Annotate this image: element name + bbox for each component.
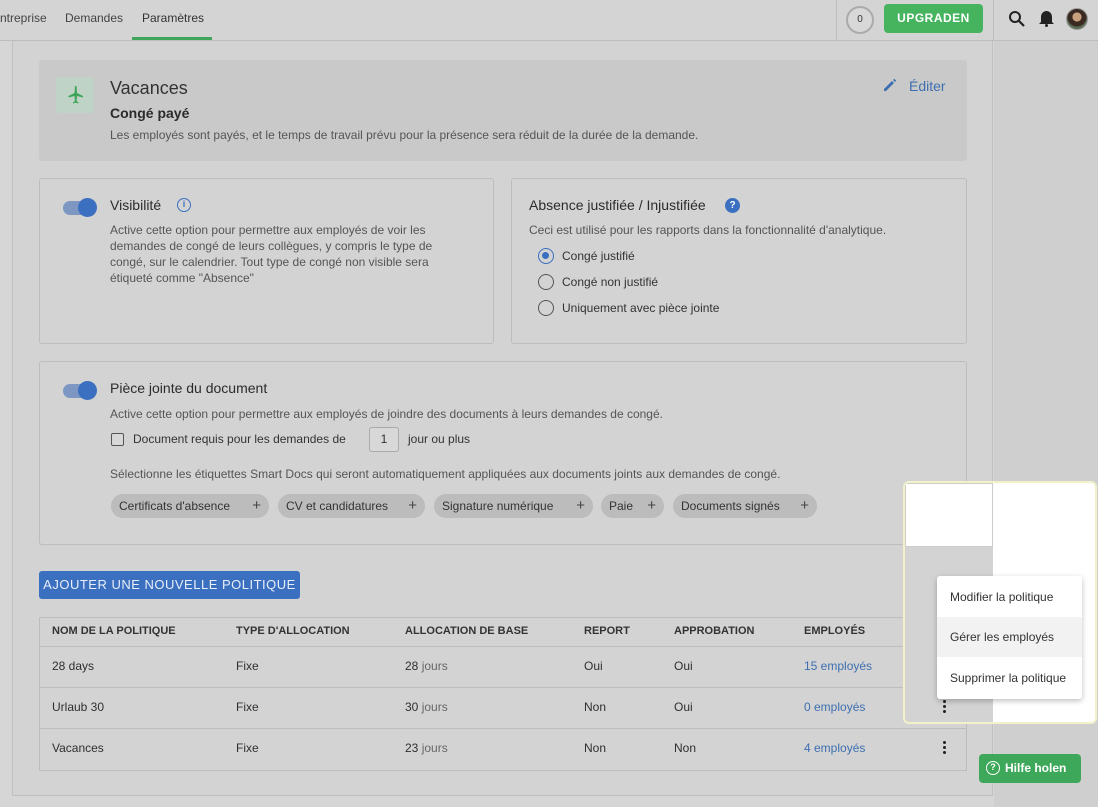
allocation-type-cell: Fixe [236, 741, 259, 755]
menu-item-manage-employees[interactable]: Gérer les employés [937, 617, 1082, 657]
tag-chip[interactable]: Signature numérique + [434, 494, 593, 518]
approval-cell: Non [674, 741, 697, 755]
column-header: APPROBATION [674, 625, 755, 637]
attachment-title: Pièce jointe du document [110, 380, 268, 396]
visibility-toggle[interactable] [63, 198, 97, 217]
notification-bell-icon[interactable] [1038, 9, 1055, 27]
base-allocation-cell: 30 jours [405, 700, 448, 714]
base-number: 30 [405, 700, 419, 714]
row-divider [40, 646, 966, 647]
plus-icon: + [800, 497, 809, 514]
plus-icon: + [647, 497, 656, 514]
edit-button[interactable]: Éditer [882, 78, 946, 96]
policy-icon-box [56, 77, 94, 113]
plus-icon: + [576, 497, 585, 514]
tags-description: Sélectionne les étiquettes Smart Docs qu… [110, 467, 781, 481]
attachment-description: Active cette option pour permettre aux e… [110, 407, 663, 421]
help-label: Hilfe holen [1005, 761, 1067, 775]
base-number: 28 [405, 659, 419, 673]
row-actions-icon[interactable] [943, 700, 947, 714]
plus-icon: + [252, 497, 261, 514]
base-unit: jours [421, 741, 448, 755]
employees-link[interactable]: 4 employés [804, 741, 865, 755]
policy-name-cell: Urlaub 30 [52, 700, 105, 714]
report-cell: Oui [584, 659, 603, 673]
base-allocation-cell: 28 jours [405, 659, 448, 673]
info-icon[interactable]: i [177, 198, 191, 212]
tag-chip[interactable]: Paie + [601, 494, 664, 518]
base-number: 23 [405, 741, 419, 755]
menu-item-delete-policy[interactable]: Supprimer la politique [937, 658, 1082, 698]
airplane-icon [68, 86, 83, 104]
avatar[interactable] [1066, 8, 1088, 30]
row-actions-icon[interactable] [943, 741, 947, 755]
row-divider [40, 728, 966, 729]
column-header: TYPE D'ALLOCATION [236, 625, 350, 637]
attachment-toggle[interactable] [63, 381, 97, 400]
notification-counter[interactable]: 0 [846, 6, 874, 34]
upgrade-button[interactable]: UPGRADEN [884, 4, 983, 33]
employees-link[interactable]: 0 employés [804, 700, 865, 714]
radio-label: Congé non justifié [562, 275, 659, 289]
help-button[interactable]: ? Hilfe holen [979, 754, 1081, 783]
question-icon: ? [986, 761, 1000, 775]
help-question-icon[interactable]: ? [725, 198, 740, 213]
report-cell: Non [584, 700, 607, 714]
visibility-title: Visibilité [110, 197, 162, 213]
tab-entreprise[interactable]: ntreprise [0, 0, 47, 40]
radio-label: Uniquement avec pièce jointe [562, 301, 720, 315]
top-navigation-bar: ntreprise Demandes Paramètres 0 UPGRADEN [0, 0, 1098, 41]
overlay-panel [905, 483, 993, 547]
document-required-label: Document requis pour les demandes de [133, 432, 346, 446]
base-unit: jours [421, 659, 448, 673]
base-unit: jours [421, 700, 448, 714]
row-context-menu: Modifier la politique Gérer les employés… [937, 576, 1082, 699]
policy-description: Les employés sont payés, et le temps de … [110, 128, 699, 142]
divider [993, 0, 994, 40]
tag-chip[interactable]: CV et candidatures + [278, 494, 425, 518]
allocation-type-cell: Fixe [236, 700, 259, 714]
add-policy-button[interactable]: AJOUTER UNE NOUVELLE POLITIQUE [39, 571, 300, 599]
policy-subtitle: Congé payé [110, 105, 190, 121]
column-header: EMPLOYÉS [804, 625, 866, 637]
tag-label: Signature numérique [442, 499, 554, 513]
radio-label: Congé justifié [562, 249, 635, 263]
column-header: NOM DE LA POLITIQUE [52, 625, 176, 637]
tag-chip[interactable]: Certificats d'absence + [111, 494, 269, 518]
approval-cell: Oui [674, 700, 693, 714]
justification-title: Absence justifiée / Injustifiée [529, 197, 706, 213]
tab-parametres[interactable]: Paramètres [132, 0, 212, 40]
employees-link[interactable]: 15 employés [804, 659, 872, 673]
search-icon[interactable] [1008, 10, 1025, 27]
radio-conge-justifie[interactable] [538, 248, 554, 264]
tag-label: Paie [609, 499, 634, 513]
days-suffix: jour ou plus [408, 432, 471, 446]
tag-label: Certificats d'absence [119, 499, 231, 513]
radio-piece-jointe[interactable] [538, 300, 554, 316]
justification-description: Ceci est utilisé pour les rapports dans … [529, 223, 887, 237]
edit-label: Éditer [909, 78, 946, 94]
column-header: ALLOCATION DE BASE [405, 625, 529, 637]
policy-name-cell: Vacances [52, 741, 104, 755]
plus-icon: + [408, 497, 417, 514]
menu-item-edit-policy[interactable]: Modifier la politique [937, 577, 1082, 617]
report-cell: Non [584, 741, 607, 755]
days-input[interactable]: 1 [369, 427, 399, 452]
tag-label: CV et candidatures [286, 499, 389, 513]
document-required-checkbox[interactable] [111, 433, 124, 446]
column-header: REPORT [584, 625, 630, 637]
visibility-description: Active cette option pour permettre aux e… [110, 223, 433, 285]
row-divider [40, 687, 966, 688]
radio-conge-non-justifie[interactable] [538, 274, 554, 290]
approval-cell: Oui [674, 659, 693, 673]
pencil-icon [884, 78, 897, 91]
tag-label: Documents signés [681, 499, 780, 513]
tab-demandes[interactable]: Demandes [65, 0, 123, 40]
policy-name-cell: 28 days [52, 659, 95, 673]
divider [836, 0, 837, 40]
tag-chip[interactable]: Documents signés + [673, 494, 817, 518]
policy-title: Vacances [110, 78, 188, 98]
base-allocation-cell: 23 jours [405, 741, 448, 755]
allocation-type-cell: Fixe [236, 659, 259, 673]
